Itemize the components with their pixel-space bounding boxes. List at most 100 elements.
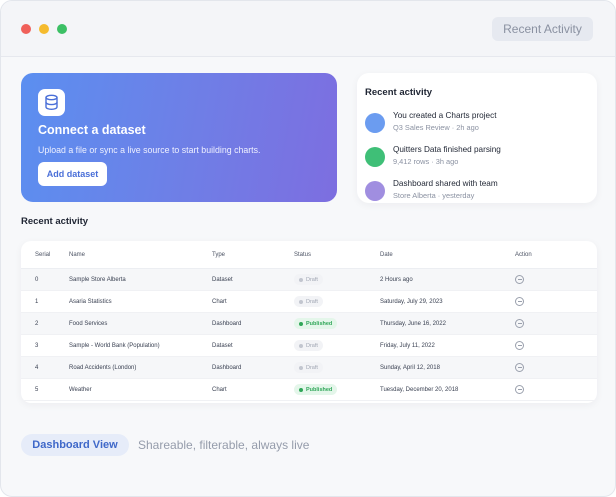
activity-item[interactable]: Quitters Data finished parsing 9,412 row… — [365, 143, 595, 173]
status-dot-icon — [299, 365, 303, 370]
add-dataset-button[interactable]: Add dataset — [38, 162, 107, 186]
cell-name[interactable]: Sample Store Alberta — [69, 269, 126, 290]
cell-action — [515, 357, 524, 378]
table-row[interactable]: 4 Road Accidents (London) Dashboard Draft Su… — [21, 357, 597, 379]
status-dot-icon — [299, 299, 303, 304]
app-window: Recent Activity Connect a dataset Upload… — [0, 0, 616, 497]
cell-type: Dataset — [212, 342, 233, 349]
activity-table: Serial Name Type Status Date Action 0 Sam… — [21, 241, 597, 403]
cell-type: Chart — [212, 298, 227, 305]
cell-name[interactable]: Weather — [69, 379, 92, 400]
hero-subtitle: Upload a file or sync a live source to s… — [38, 145, 261, 155]
cell-type: Dashboard — [212, 364, 242, 371]
cell-serial: 1 — [35, 298, 39, 305]
column-header-serial[interactable]: Serial — [35, 241, 50, 268]
cell-serial: 3 — [35, 342, 39, 349]
more-options-icon[interactable] — [515, 275, 524, 284]
status-dot-icon — [299, 277, 303, 282]
cell-action — [515, 379, 524, 400]
more-options-icon[interactable] — [515, 297, 524, 306]
avatar — [365, 113, 385, 133]
dashboard-view-pill[interactable]: Dashboard View — [21, 434, 129, 456]
footer-tagline: Shareable, filterable, always live — [138, 438, 310, 452]
cell-serial: 4 — [35, 364, 39, 371]
cell-action — [515, 335, 524, 356]
close-window-button[interactable] — [21, 24, 31, 34]
table-row[interactable]: 1 Asaria Statistics Chart Draft Saturday, Ju… — [21, 291, 597, 313]
activity-meta: Q3 Sales Review · 2h ago — [393, 123, 479, 132]
column-header-name[interactable]: Name — [69, 241, 85, 268]
connect-dataset-card: Connect a dataset Upload a file or sync … — [21, 73, 337, 202]
column-header-status[interactable]: Status — [294, 241, 311, 268]
cell-date: Thursday, June 16, 2022 — [380, 320, 446, 327]
status-dot-icon — [299, 343, 303, 348]
status-badge: Published — [294, 384, 338, 395]
cell-type: Dataset — [212, 276, 233, 283]
cell-action — [515, 313, 524, 334]
avatar — [365, 181, 385, 201]
status-dot-icon — [299, 321, 303, 326]
table-row[interactable]: 3 Sample - World Bank (Population) Dataset… — [21, 335, 597, 357]
activity-item[interactable]: You created a Charts project Q3 Sales Re… — [365, 109, 595, 139]
activity-title: Dashboard shared with team — [393, 179, 498, 188]
status-label: Published — [306, 386, 333, 393]
cell-status: Draft — [294, 357, 323, 378]
activity-item[interactable]: Dashboard shared with team Store Alberta… — [365, 177, 595, 207]
cell-serial: 5 — [35, 386, 39, 393]
cell-status: Draft — [294, 335, 323, 356]
section-title: Recent activity — [21, 216, 89, 227]
status-label: Published — [306, 320, 333, 327]
activity-meta: 9,412 rows · 3h ago — [393, 157, 459, 166]
cell-date: Sunday, April 12, 2018 — [380, 364, 440, 371]
more-options-icon[interactable] — [515, 385, 524, 394]
table-body: 0 Sample Store Alberta Dataset Draft 2 Hours… — [21, 269, 597, 401]
table-row[interactable]: 0 Sample Store Alberta Dataset Draft 2 Hours… — [21, 269, 597, 291]
status-badge: Published — [294, 318, 338, 329]
avatar — [365, 147, 385, 167]
cell-status: Published — [294, 313, 338, 334]
cell-type: Chart — [212, 386, 227, 393]
cell-serial: 2 — [35, 320, 39, 327]
cell-date: 2 Hours ago — [380, 276, 413, 283]
status-label: Draft — [306, 298, 318, 305]
more-options-icon[interactable] — [515, 319, 524, 328]
cell-name[interactable]: Food Services — [69, 313, 107, 334]
cell-type: Dashboard — [212, 320, 242, 327]
maximize-window-button[interactable] — [57, 24, 67, 34]
recent-activity-panel: Recent activity You created a Charts pro… — [357, 73, 597, 203]
activity-panel-title: Recent activity — [365, 87, 433, 98]
table-row[interactable]: 2 Food Services Dashboard Published Thursday… — [21, 313, 597, 335]
column-header-action: Action — [515, 251, 532, 258]
status-label: Draft — [306, 276, 318, 283]
minimize-window-button[interactable] — [39, 24, 49, 34]
status-badge: Draft — [294, 362, 323, 373]
status-dot-icon — [299, 387, 303, 392]
cell-name[interactable]: Asaria Statistics — [69, 291, 112, 312]
more-options-icon[interactable] — [515, 341, 524, 350]
table-row[interactable]: 5 Weather Chart Published Tuesday, December … — [21, 379, 597, 401]
cell-name[interactable]: Sample - World Bank (Population) — [69, 335, 160, 356]
column-header-type[interactable]: Type — [212, 241, 225, 268]
status-label: Draft — [306, 364, 318, 371]
cell-serial: 0 — [35, 276, 39, 283]
title-bar: Recent Activity — [1, 1, 615, 57]
activity-title: You created a Charts project — [393, 111, 497, 120]
cell-status: Draft — [294, 291, 323, 312]
cell-date: Saturday, July 29, 2023 — [380, 298, 443, 305]
database-icon — [38, 89, 65, 116]
activity-meta: Store Alberta · yesterday — [393, 191, 475, 200]
status-badge: Draft — [294, 296, 323, 307]
column-header-date[interactable]: Date — [380, 241, 393, 268]
status-badge: Draft — [294, 274, 323, 285]
cell-date: Friday, July 11, 2022 — [380, 342, 435, 349]
more-options-icon[interactable] — [515, 363, 524, 372]
table-header: Serial Name Type Status Date Action — [21, 241, 597, 269]
cell-status: Published — [294, 379, 338, 400]
cell-name[interactable]: Road Accidents (London) — [69, 357, 136, 378]
status-badge: Draft — [294, 340, 323, 351]
status-label: Draft — [306, 342, 318, 349]
cell-action — [515, 291, 524, 312]
cell-action — [515, 269, 524, 290]
cell-date: Tuesday, December 20, 2018 — [380, 386, 459, 393]
hero-title: Connect a dataset — [38, 123, 146, 137]
